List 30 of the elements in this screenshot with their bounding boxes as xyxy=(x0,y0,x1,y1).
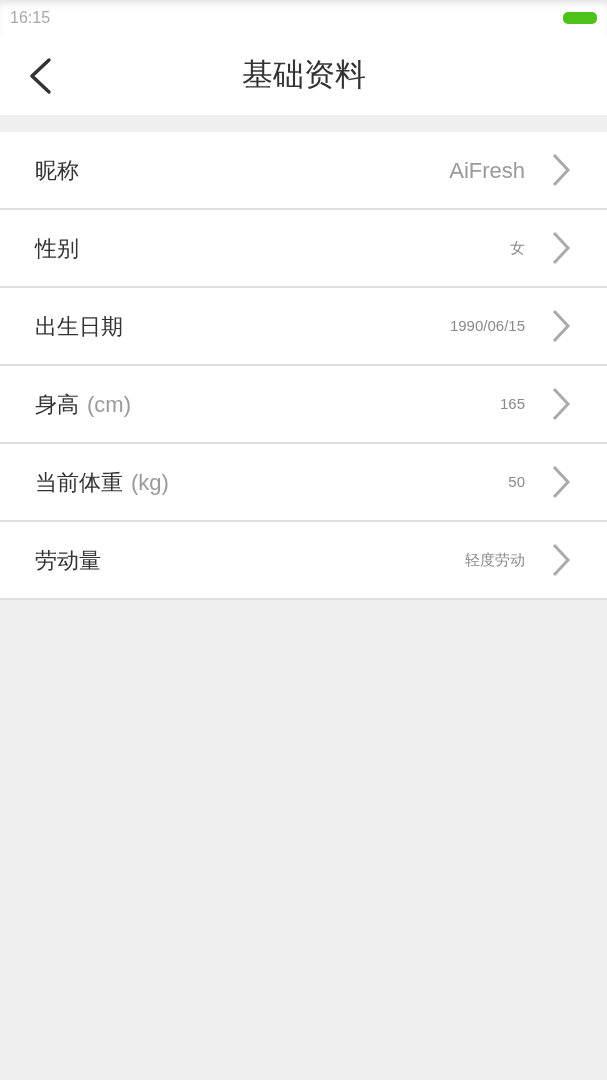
row-value: AiFresh xyxy=(449,156,525,185)
row-unit: (cm) xyxy=(87,390,131,419)
status-time: 16:15 xyxy=(10,8,51,28)
settings-row[interactable]: 身高 (cm) 165 xyxy=(0,366,607,444)
settings-row[interactable]: 昵称 AiFresh xyxy=(0,132,607,210)
settings-row[interactable]: 当前体重 (kg) 50 xyxy=(0,444,607,522)
row-label: 出生日期 xyxy=(35,312,123,341)
chevron-icon xyxy=(551,231,571,265)
chevron-icon xyxy=(551,309,571,343)
row-unit: (kg) xyxy=(131,468,169,497)
row-label: 当前体重 xyxy=(35,468,123,497)
back-icon xyxy=(27,56,53,95)
settings-row[interactable]: 性别 女 xyxy=(0,210,607,288)
settings-row[interactable]: 出生日期 1990/06/15 xyxy=(0,288,607,366)
row-label: 性别 xyxy=(35,234,79,263)
row-value: 1990/06/15 xyxy=(449,315,525,336)
row-value: 轻度劳动 xyxy=(465,549,525,570)
chevron-icon xyxy=(551,543,571,577)
row-value: 50 xyxy=(508,471,525,492)
row-label: 劳动量 xyxy=(35,546,101,575)
chevron-icon xyxy=(551,387,571,421)
row-label: 身高 xyxy=(35,390,79,419)
row-value: 女 xyxy=(510,237,525,258)
row-label: 昵称 xyxy=(35,156,79,185)
settings-row[interactable]: 劳动量 轻度劳动 xyxy=(0,522,607,600)
chevron-icon xyxy=(551,153,571,187)
battery-icon xyxy=(563,12,597,24)
page-title: 基础资料 xyxy=(241,56,366,95)
chevron-icon xyxy=(551,465,571,499)
row-value: 165 xyxy=(499,393,525,414)
